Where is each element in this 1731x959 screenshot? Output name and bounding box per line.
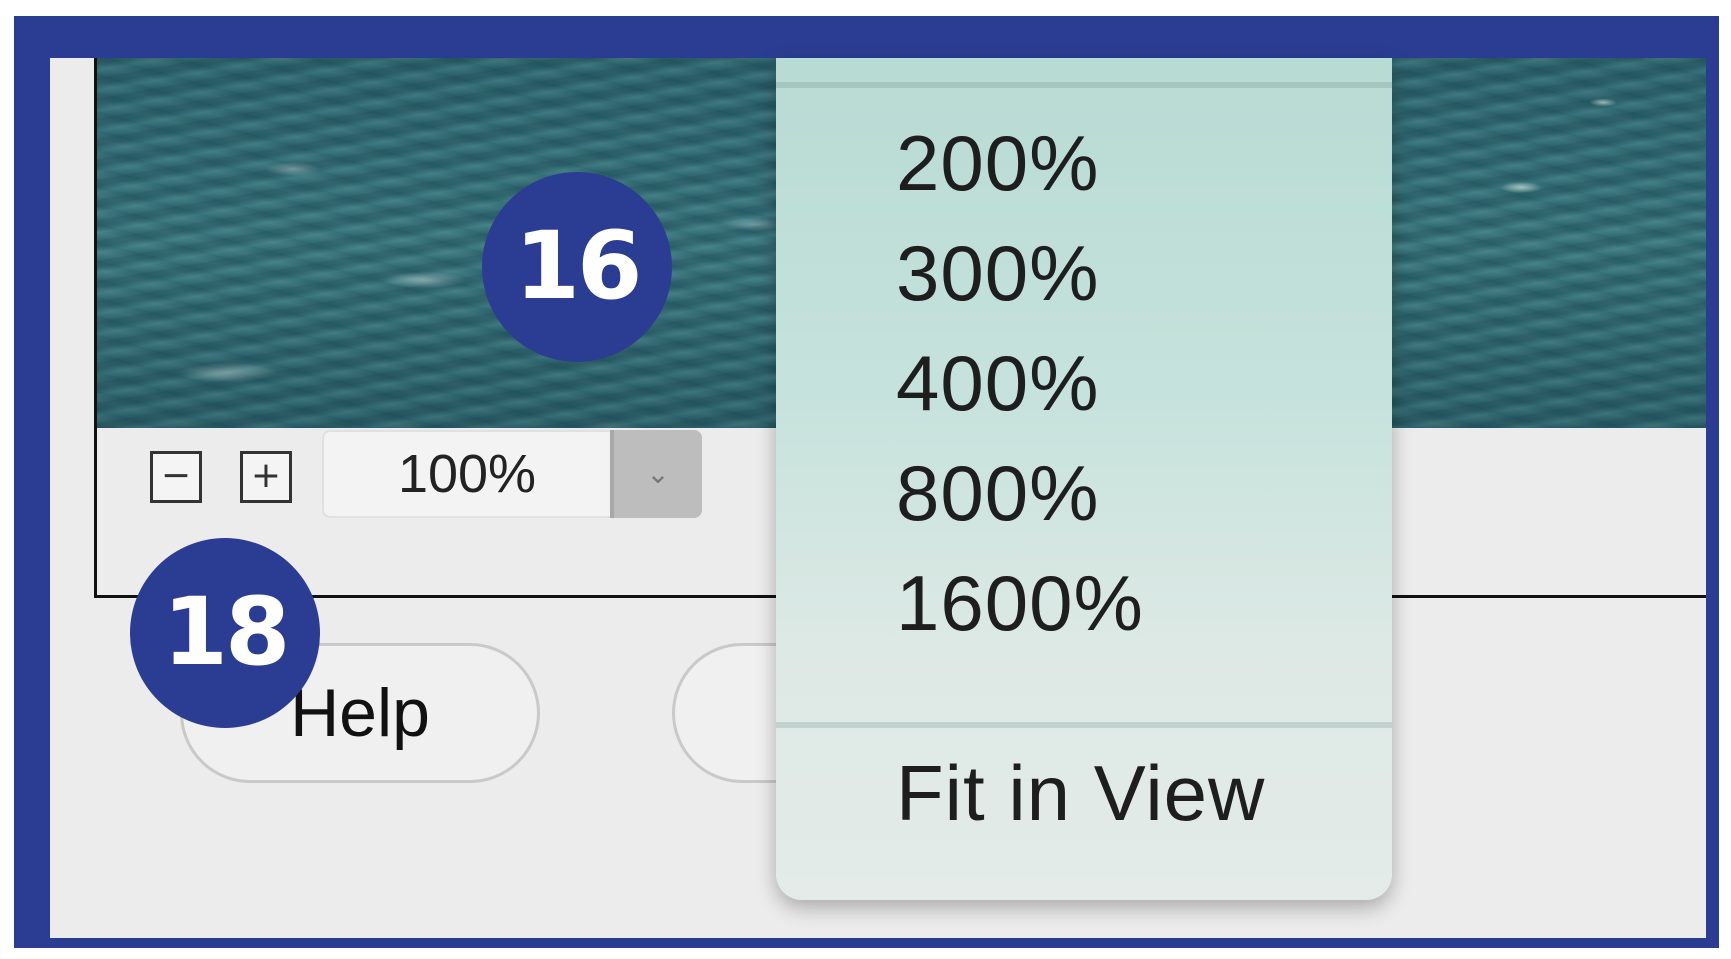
menu-item-zoom-400[interactable]: 400%	[896, 338, 1100, 429]
menu-item-zoom-800[interactable]: 800%	[896, 448, 1100, 539]
screenshot-stage: − + 100% ⌄ Help 200% 300% 400% 800% 1600…	[0, 0, 1731, 959]
menu-item-zoom-200[interactable]: 200%	[896, 118, 1100, 209]
zoom-in-button[interactable]: +	[240, 451, 292, 503]
minus-icon: −	[160, 455, 192, 496]
callout-badge-18: 18	[130, 538, 320, 728]
chevron-down-icon[interactable]: ⌄	[610, 430, 702, 518]
zoom-level-select[interactable]: 100% ⌄	[322, 430, 702, 518]
zoom-dropdown-menu: 200% 300% 400% 800% 1600% Fit in View	[776, 58, 1392, 900]
menu-item-zoom-300[interactable]: 300%	[896, 228, 1100, 319]
menu-divider	[776, 722, 1392, 728]
plus-icon: +	[250, 455, 282, 496]
zoom-out-button[interactable]: −	[150, 451, 202, 503]
menu-item-fit-in-view[interactable]: Fit in View	[896, 748, 1265, 839]
menu-item-zoom-1600[interactable]: 1600%	[896, 558, 1144, 649]
menu-divider	[776, 82, 1392, 88]
zoom-level-value: 100%	[397, 444, 537, 504]
callout-badge-16: 16	[482, 172, 672, 362]
